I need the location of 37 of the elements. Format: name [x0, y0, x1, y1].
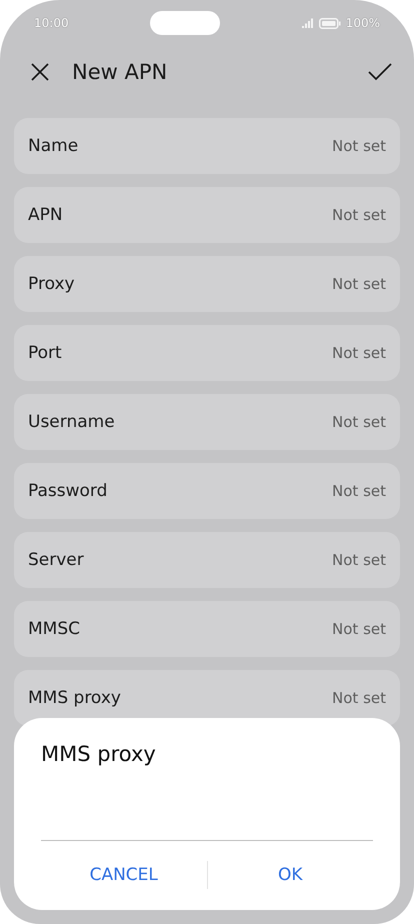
setting-value: Not set [332, 206, 386, 224]
setting-label: MMS proxy [28, 688, 121, 708]
setting-row[interactable]: Proxy Not set [14, 256, 400, 312]
setting-value: Not set [332, 482, 386, 500]
battery-percent: 100% [346, 16, 380, 30]
setting-value: Not set [332, 620, 386, 638]
setting-row[interactable]: Server Not set [14, 532, 400, 588]
status-time: 10:00 [34, 16, 69, 30]
camera-pill [150, 11, 220, 35]
setting-label: Port [28, 343, 62, 363]
setting-value: Not set [332, 551, 386, 569]
setting-label: APN [28, 205, 63, 225]
setting-value: Not set [332, 344, 386, 362]
setting-label: MMSC [28, 619, 80, 639]
setting-row[interactable]: Name Not set [14, 118, 400, 174]
close-icon[interactable] [30, 62, 50, 82]
checkmark-icon[interactable] [368, 63, 392, 81]
setting-row[interactable]: Password Not set [14, 463, 400, 519]
dialog-button[interactable]: CANCEL [41, 855, 206, 895]
setting-value: Not set [332, 413, 386, 431]
setting-label: Password [28, 481, 108, 501]
signal-icon [302, 18, 314, 28]
setting-row[interactable]: Username Not set [14, 394, 400, 450]
dialog-title: MMS proxy [41, 742, 157, 766]
setting-value: Not set [332, 689, 386, 707]
page-title: New APN [72, 60, 168, 84]
setting-value: Not set [332, 137, 386, 155]
setting-label: Name [28, 136, 78, 156]
dialog-button[interactable]: OK [208, 855, 373, 895]
setting-label: Proxy [28, 274, 75, 294]
setting-value: Not set [332, 275, 386, 293]
battery-icon [318, 18, 341, 28]
setting-row[interactable]: APN Not set [14, 187, 400, 243]
setting-row[interactable]: MMSC Not set [14, 601, 400, 657]
setting-label: Username [28, 412, 115, 432]
setting-row[interactable]: Port Not set [14, 325, 400, 381]
setting-label: Server [28, 550, 84, 570]
